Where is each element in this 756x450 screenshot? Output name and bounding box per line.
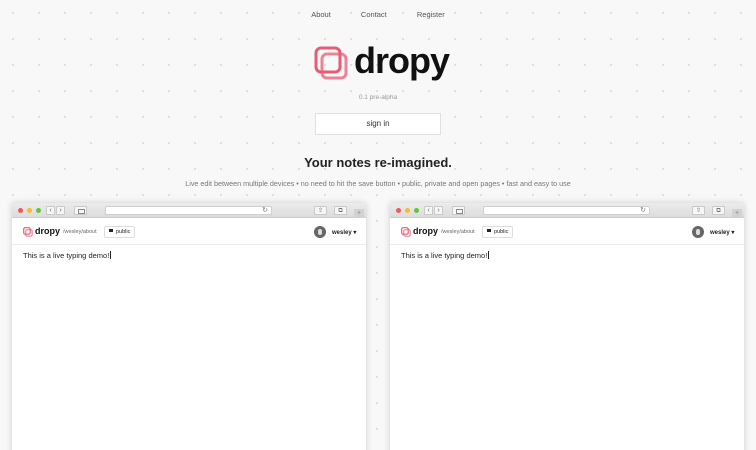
username-label: wesley — [710, 230, 730, 236]
visibility-label: public — [116, 229, 131, 235]
sign-in-button[interactable]: sign in — [315, 113, 441, 135]
new-tab-plus-icon[interactable]: + — [732, 209, 742, 218]
app-name[interactable]: dropy — [35, 226, 60, 236]
browser-mockup-right: ‹ › ↻ ⇧ ⧉ + dropy /wesley/about public w… — [390, 203, 744, 450]
close-dot-icon[interactable] — [396, 208, 401, 213]
page-path: /wesley/about — [63, 229, 97, 235]
app-header: dropy /wesley/about public wesley ▾ — [12, 218, 366, 245]
nav-about-link[interactable]: About — [311, 10, 331, 19]
maximize-dot-icon[interactable] — [36, 208, 41, 213]
sidebar-icon[interactable] — [74, 206, 87, 215]
tabs-icon[interactable]: ⧉ — [334, 206, 347, 215]
share-icon[interactable]: ⇧ — [314, 206, 327, 215]
note-editor[interactable]: This is a live typing demo! — [12, 245, 366, 450]
user-menu[interactable]: wesley ▾ — [332, 229, 356, 236]
reload-icon[interactable]: ↻ — [640, 206, 646, 214]
lock-icon — [487, 229, 491, 233]
back-arrow-icon[interactable]: ‹ — [424, 206, 433, 215]
user-menu[interactable]: wesley ▾ — [710, 229, 734, 236]
visibility-button[interactable]: public — [104, 226, 136, 238]
text-cursor — [488, 251, 490, 259]
note-editor[interactable]: This is a live typing demo! — [390, 245, 744, 450]
close-dot-icon[interactable] — [18, 208, 23, 213]
sidebar-icon[interactable] — [452, 206, 465, 215]
brand-logo: dropy — [314, 40, 454, 84]
reload-icon[interactable]: ↻ — [262, 206, 268, 214]
avatar[interactable] — [314, 226, 326, 238]
top-navigation: About Contact Register — [0, 10, 756, 19]
maximize-dot-icon[interactable] — [414, 208, 419, 213]
browser-toolbar: ‹ › ↻ ⇧ ⧉ + — [390, 203, 744, 218]
forward-arrow-icon[interactable]: › — [56, 206, 65, 215]
nav-register-link[interactable]: Register — [417, 10, 445, 19]
version-label: 0.1 pre-alpha — [358, 94, 398, 101]
chevron-down-icon: ▾ — [731, 230, 735, 236]
note-text: This is a live typing demo! — [401, 251, 488, 260]
dropy-logo-icon — [401, 227, 411, 237]
new-tab-plus-icon[interactable]: + — [354, 209, 364, 218]
page-path: /wesley/about — [441, 229, 475, 235]
visibility-label: public — [494, 229, 509, 235]
back-arrow-icon[interactable]: ‹ — [46, 206, 55, 215]
address-bar[interactable]: ↻ — [105, 206, 272, 215]
forward-arrow-icon[interactable]: › — [434, 206, 443, 215]
nav-contact-link[interactable]: Contact — [361, 10, 387, 19]
feature-description: Live edit between multiple devices • no … — [185, 179, 571, 188]
dropy-logo-icon — [314, 46, 348, 80]
share-icon[interactable]: ⇧ — [692, 206, 705, 215]
tagline-heading: Your notes re-imagined. — [304, 155, 452, 170]
tabs-icon[interactable]: ⧉ — [712, 206, 725, 215]
username-label: wesley — [332, 230, 352, 236]
app-name[interactable]: dropy — [413, 226, 438, 236]
minimize-dot-icon[interactable] — [405, 208, 410, 213]
address-bar[interactable]: ↻ — [483, 206, 650, 215]
browser-toolbar: ‹ › ↻ ⇧ ⧉ + — [12, 203, 366, 218]
minimize-dot-icon[interactable] — [27, 208, 32, 213]
browser-mockup-left: ‹ › ↻ ⇧ ⧉ + dropy /wesley/about public w… — [12, 203, 366, 450]
visibility-button[interactable]: public — [482, 226, 514, 238]
avatar[interactable] — [692, 226, 704, 238]
chevron-down-icon: ▾ — [353, 230, 357, 236]
brand-name: dropy — [354, 40, 450, 81]
app-header: dropy /wesley/about public wesley ▾ — [390, 218, 744, 245]
text-cursor — [110, 251, 112, 259]
note-text: This is a live typing demo! — [23, 251, 110, 260]
lock-icon — [109, 229, 113, 233]
dropy-logo-icon — [23, 227, 33, 237]
